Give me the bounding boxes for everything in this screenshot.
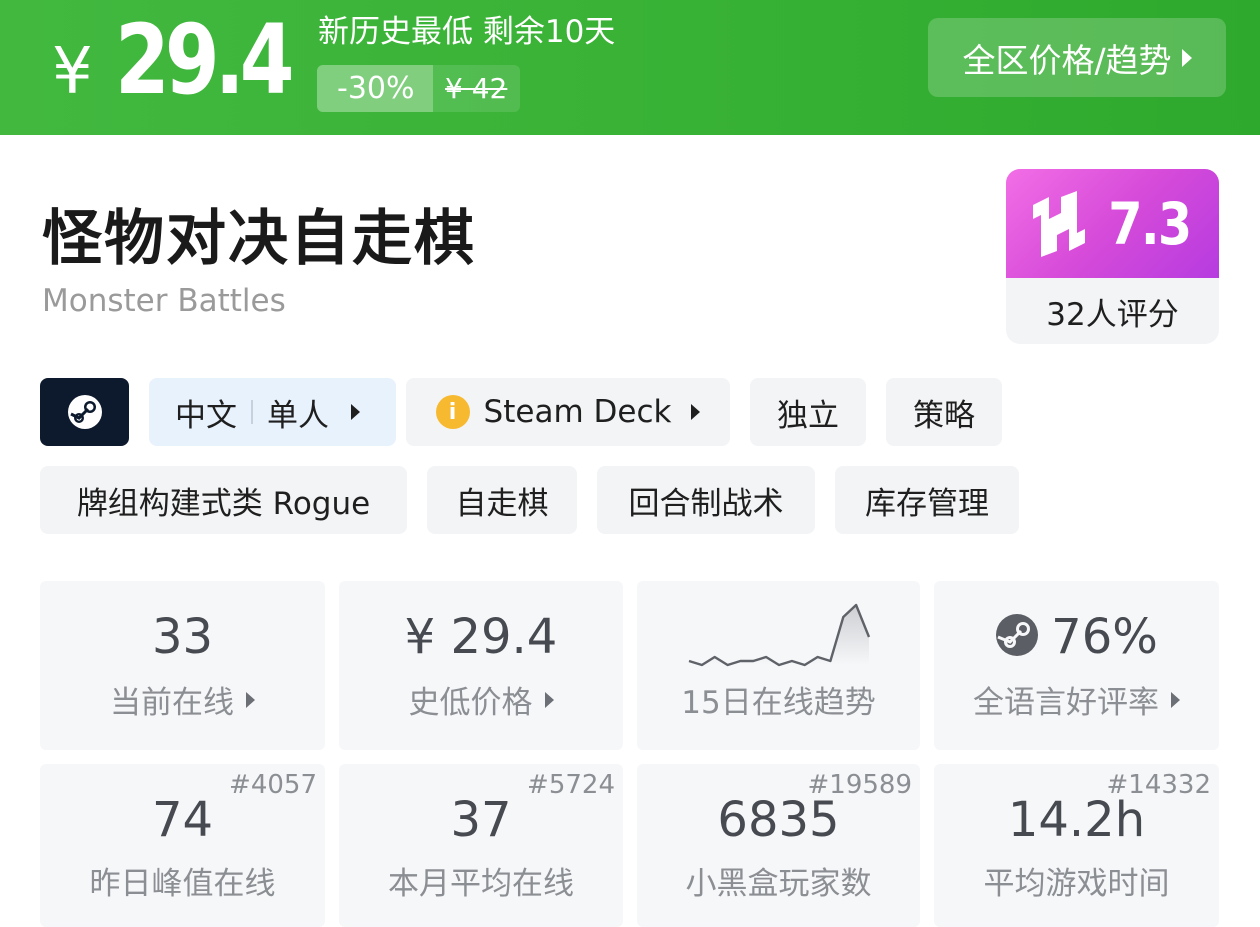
price-value: 29.4 (114, 4, 294, 116)
caret-right-icon (1171, 691, 1180, 708)
tag-label: 牌组构建式类 Rogue (76, 485, 371, 522)
mode-label: 单人 (267, 397, 329, 434)
caret-right-icon (1181, 48, 1192, 67)
caret-right-icon (351, 404, 360, 420)
stat-online-now[interactable]: 33 当前在线 (40, 581, 325, 750)
steam-platform-tag[interactable] (40, 378, 129, 446)
stat-peak-yesterday: #4057 74 昨日峰值在线 (40, 764, 325, 927)
stat-monthly-average: #5724 37 本月平均在线 (339, 764, 623, 927)
tag-label: 自走棋 (455, 485, 549, 522)
score-header: 7.3 (1006, 169, 1219, 278)
game-subtitle: Monster Battles (42, 283, 286, 319)
stat-value: 76% (934, 609, 1219, 665)
stat-heybox-players: #19589 6835 小黑盒玩家数 (637, 764, 920, 927)
tag-label: 回合制战术 (628, 485, 784, 522)
tag-label: 库存管理 (865, 485, 989, 522)
game-title: 怪物对决自走棋 (42, 204, 476, 274)
tag-turn-based-tactics[interactable]: 回合制战术 (597, 466, 815, 534)
stat-value: ¥ 29.4 (404, 609, 558, 665)
stat-value: 33 (151, 609, 214, 665)
steam-deck-label: Steam Deck (483, 394, 672, 430)
stat-label: 当前在线 (40, 677, 325, 722)
discount-percent: -30% (317, 65, 433, 112)
steam-deck-tag[interactable]: i Steam Deck (406, 378, 730, 446)
heybox-logo-icon (1033, 190, 1086, 257)
stat-label: 15日在线趋势 (637, 677, 920, 722)
currency-symbol: ¥ (52, 35, 93, 109)
region-price-label: 全区价格/趋势 (962, 40, 1172, 80)
stat-lowest-price[interactable]: ¥ 29.4 史低价格 (339, 581, 623, 750)
stat-label-text: 当前在线 (110, 685, 234, 721)
stat-label: 平均游戏时间 (983, 866, 1170, 902)
region-price-button[interactable]: 全区价格/趋势 (928, 18, 1226, 97)
discount-badge: -30% ¥ 42 (317, 65, 520, 112)
price-banner: ¥ 29.4 新历史最低 剩余10天 -30% ¥ 42 全区价格/趋势 (0, 0, 1260, 135)
caret-right-icon (246, 691, 255, 708)
tag-auto-battler[interactable]: 自走棋 (427, 466, 577, 534)
rating-count: 32人评分 (1046, 296, 1179, 333)
stat-review-rate[interactable]: 76% 全语言好评率 (934, 581, 1219, 750)
tag-divider (251, 400, 253, 424)
tag-label: 策略 (913, 397, 975, 434)
steam-icon (67, 395, 102, 429)
stat-label-text: 全语言好评率 (973, 685, 1159, 721)
review-percent: 76% (1051, 609, 1158, 665)
stat-label: 史低价格 (339, 677, 623, 722)
stat-value: 74 (151, 792, 214, 848)
stat-label-text: 15日在线趋势 (681, 685, 876, 721)
tag-label: 独立 (777, 397, 839, 434)
stat-label: 昨日峰值在线 (89, 866, 276, 902)
stat-average-playtime: #14332 14.2h 平均游戏时间 (934, 764, 1219, 927)
stat-label-text: 史低价格 (408, 685, 533, 721)
caret-right-icon (544, 691, 554, 708)
original-price: ¥ 42 (433, 65, 520, 112)
tag-indie[interactable]: 独立 (750, 378, 866, 446)
score-value: 7.3 (1108, 189, 1192, 258)
caret-right-icon (691, 404, 701, 420)
stat-label: 全语言好评率 (934, 677, 1219, 722)
stat-value: 6835 (717, 792, 840, 848)
tag-inventory-management[interactable]: 库存管理 (835, 466, 1019, 534)
language-mode-tag[interactable]: 中文 单人 (149, 378, 396, 446)
steam-icon (996, 614, 1039, 656)
stat-online-trend[interactable]: 15日在线趋势 (637, 581, 920, 750)
stat-label: 小黑盒玩家数 (685, 866, 872, 902)
score-card[interactable]: 7.3 32人评分 (1006, 169, 1219, 344)
info-icon: i (435, 395, 470, 429)
stat-label: 本月平均在线 (388, 866, 574, 902)
stat-value: 14.2h (1007, 792, 1146, 848)
tag-deckbuilding-rogue[interactable]: 牌组构建式类 Rogue (40, 466, 407, 534)
language-label: 中文 (175, 397, 237, 434)
current-price: ¥ 29.4 (52, 4, 328, 116)
lowest-price-note: 新历史最低 剩余10天 (318, 14, 616, 50)
stat-value: 37 (450, 792, 512, 848)
trend-sparkline (688, 603, 871, 667)
tag-strategy[interactable]: 策略 (886, 378, 1002, 446)
